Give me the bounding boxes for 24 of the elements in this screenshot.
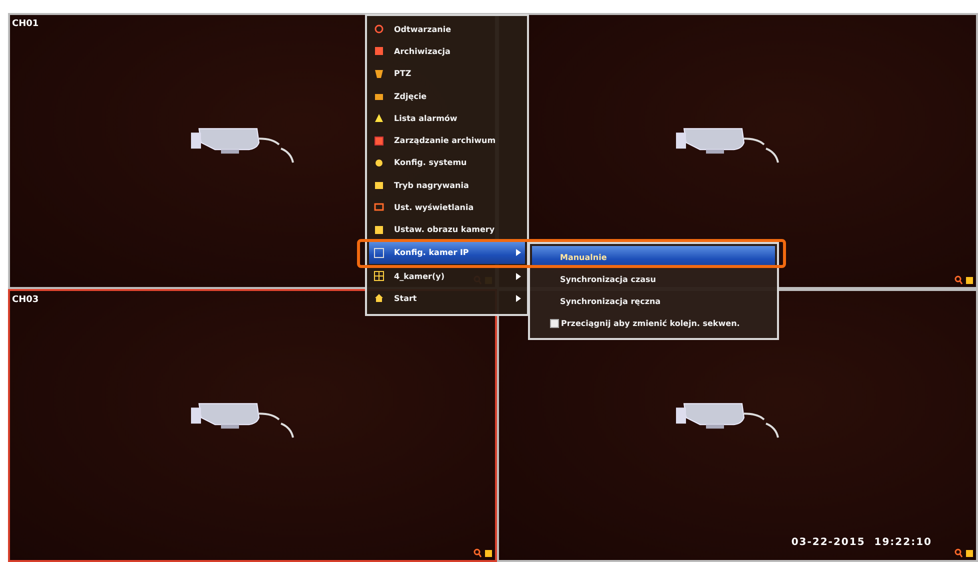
- channel-label: CH01: [12, 19, 39, 29]
- menu-item-icon: [374, 91, 384, 102]
- checkbox[interactable]: [550, 318, 559, 328]
- checkbox-label: Przeciągnij aby zmienić kolejn. sekwen.: [561, 318, 740, 328]
- menu-item-icon: [374, 24, 384, 34]
- status-icon: [954, 275, 974, 285]
- timestamp: 03-22-2015 19:22:10: [791, 537, 932, 548]
- menu-item[interactable]: Konfig. kamer IP: [369, 242, 525, 264]
- menu-item-icon: [374, 293, 384, 304]
- menu-item-icon: [374, 248, 384, 258]
- submenu-item[interactable]: Synchronizacja czasu: [532, 268, 775, 290]
- menu-item-icon: [374, 224, 384, 235]
- submenu-item[interactable]: Synchronizacja ręczna: [532, 290, 775, 312]
- menu-item-icon: [374, 202, 384, 213]
- menu-item-icon: [374, 113, 384, 124]
- menu-item-icon: [374, 271, 384, 282]
- menu-item-icon: [374, 68, 384, 79]
- channel-label: CH03: [12, 295, 39, 305]
- menu-item-icon: [374, 136, 384, 146]
- status-icon: [473, 548, 493, 558]
- status-icon: [954, 548, 974, 558]
- menu-item-icon: [374, 180, 384, 190]
- menu-item-icon: [374, 46, 384, 56]
- menu-item-icon: [374, 158, 384, 168]
